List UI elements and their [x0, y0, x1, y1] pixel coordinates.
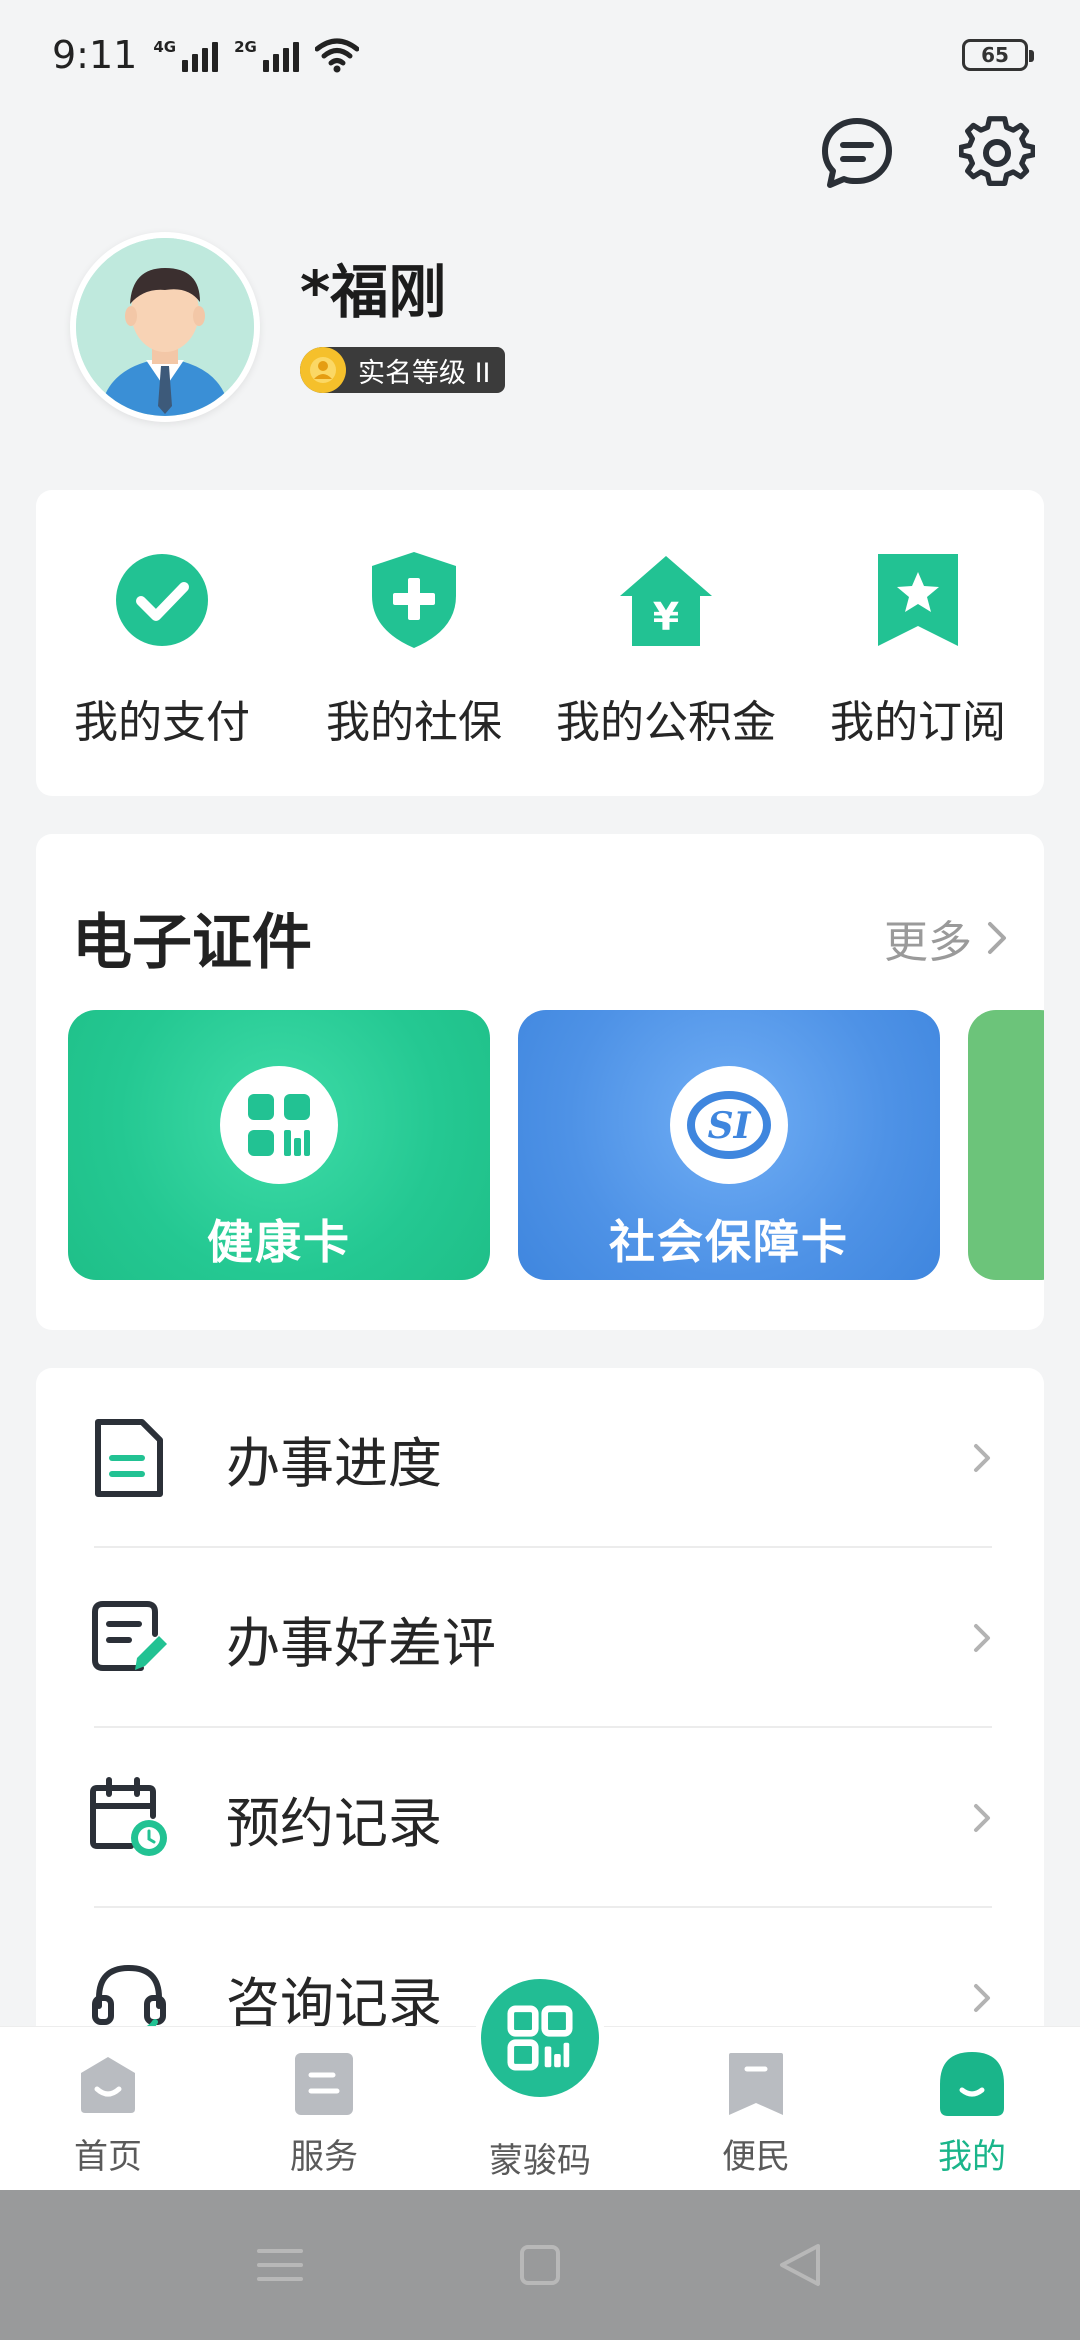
profile-text: *福刚 实名等级 II — [300, 245, 505, 393]
quick-item-payment[interactable]: 我的支付 — [36, 490, 288, 796]
document-icon — [95, 1419, 163, 1497]
home-button[interactable] — [510, 2235, 570, 2295]
code-fab[interactable] — [475, 1973, 605, 2103]
menu-icon — [257, 2249, 303, 2281]
signal-2g-icon: 2G — [234, 38, 299, 72]
user-badge-icon — [300, 347, 346, 393]
signal-tag: 4G — [153, 38, 177, 56]
nav-label: 首页 — [74, 2137, 142, 2177]
quick-item-label: 我的订阅 — [830, 697, 1006, 748]
social-security-card-tile[interactable]: SI 社会保障卡 — [518, 1010, 940, 1280]
back-triangle-icon — [780, 2244, 820, 2286]
list-item-label: 办事好差评 — [226, 1611, 496, 1675]
list-item-label: 预约记录 — [226, 1791, 442, 1855]
svg-text:¥: ¥ — [653, 595, 679, 639]
message-icon — [822, 118, 892, 188]
next-card-tile[interactable] — [968, 1010, 1044, 1280]
back-button[interactable] — [770, 2235, 830, 2295]
svg-text:SI: SI — [708, 1105, 752, 1147]
bookmark-icon — [729, 2053, 783, 2115]
profile-header[interactable]: *福刚 实名等级 II — [70, 232, 505, 422]
quick-item-label: 我的公积金 — [556, 697, 776, 748]
user-name: *福刚 — [300, 258, 447, 326]
nav-label: 便民 — [722, 2137, 790, 2177]
nav-convenience[interactable]: 便民 — [648, 2027, 864, 2190]
service-icon — [295, 2053, 353, 2115]
status-left: 9:11 4G 2G — [52, 33, 359, 77]
health-card-tile[interactable]: 健康卡 — [68, 1010, 490, 1280]
quick-item-subscription[interactable]: 我的订阅 — [792, 490, 1044, 796]
certificates-row: 健康卡 SI 社会保障卡 — [68, 1010, 1044, 1280]
menu-list: 办事进度 办事好差评 预约记录 咨询记录 — [36, 1368, 1044, 2048]
nav-code[interactable]: 蒙骏码 — [432, 1973, 648, 2190]
message-button[interactable] — [816, 112, 898, 194]
check-circle-icon — [116, 554, 208, 646]
quick-item-label: 我的社保 — [326, 697, 502, 748]
calendar-clock-icon — [90, 1777, 167, 1856]
profile-icon — [940, 2052, 1004, 2116]
nav-label: 蒙骏码 — [489, 2141, 591, 2181]
list-item-progress[interactable]: 办事进度 — [36, 1368, 1044, 1548]
menu-button[interactable] — [250, 2235, 310, 2295]
system-nav-bar — [0, 2190, 1080, 2340]
status-time: 9:11 — [52, 33, 138, 77]
feedback-edit-icon — [92, 1601, 167, 1671]
gear-icon — [959, 116, 1035, 186]
verification-label: 实名等级 II — [358, 357, 491, 389]
quick-item-housing-fund[interactable]: ¥ 我的公积金 — [540, 490, 792, 796]
certificates-header: 电子证件 更多 — [36, 834, 1044, 981]
chevron-right-icon — [988, 921, 1006, 954]
chevron-right-icon — [974, 1624, 990, 1652]
quick-item-label: 我的支付 — [74, 697, 250, 748]
verification-badge[interactable]: 实名等级 II — [300, 347, 505, 393]
chevron-right-icon — [974, 1804, 990, 1832]
bookmark-star-icon — [878, 554, 958, 646]
battery-level: 65 — [981, 43, 1009, 67]
battery-icon: 65 — [962, 39, 1034, 71]
avatar[interactable] — [70, 232, 260, 422]
quick-actions-card: 我的支付 我的社保 ¥ 我的公积金 我的订阅 — [36, 490, 1044, 796]
nav-service[interactable]: 服务 — [216, 2027, 432, 2190]
square-icon — [520, 2245, 560, 2285]
chevron-right-icon — [974, 1984, 990, 2012]
certificates-title: 电子证件 — [72, 908, 312, 978]
si-logo-icon: SI — [687, 1091, 771, 1159]
list-item-feedback[interactable]: 办事好差评 — [36, 1548, 1044, 1728]
qr-code-icon — [248, 1094, 310, 1156]
signal-tag: 2G — [234, 38, 257, 56]
more-link[interactable]: 更多 — [884, 906, 1008, 970]
nav-mine[interactable]: 我的 — [864, 2027, 1080, 2190]
social-security-card-label: 社会保障卡 — [609, 1215, 849, 1269]
list-item-appointment[interactable]: 预约记录 — [36, 1728, 1044, 1908]
wifi-icon — [314, 38, 359, 73]
avatar-illustration — [76, 238, 254, 416]
house-yen-icon: ¥ — [620, 556, 712, 646]
quick-item-social-security[interactable]: 我的社保 — [288, 490, 540, 796]
nav-label: 我的 — [938, 2137, 1006, 2177]
home-icon — [81, 2057, 135, 2113]
shield-plus-icon — [372, 552, 456, 648]
settings-button[interactable] — [956, 112, 1038, 194]
qr-code-icon — [507, 2005, 573, 2071]
certificates-card: 电子证件 更多 健康卡 SI 社会保障卡 — [36, 834, 1044, 1330]
top-actions — [816, 112, 1038, 194]
status-bar: 9:11 4G 2G 65 — [0, 0, 1080, 110]
chevron-right-icon — [974, 1444, 990, 1472]
bottom-nav: 首页 服务 蒙骏码 便民 我的 — [0, 1973, 1080, 2190]
nav-home[interactable]: 首页 — [0, 2027, 216, 2190]
more-label: 更多 — [884, 916, 972, 968]
health-card-label: 健康卡 — [207, 1215, 351, 1269]
signal-4g-icon: 4G — [153, 38, 219, 72]
nav-label: 服务 — [290, 2137, 358, 2177]
list-item-label: 办事进度 — [226, 1431, 442, 1495]
